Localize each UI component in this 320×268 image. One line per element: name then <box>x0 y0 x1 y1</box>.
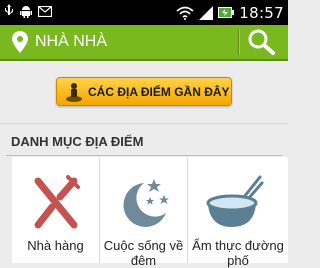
battery-charging-icon <box>218 7 235 18</box>
category-restaurant[interactable]: Nhà hàng <box>12 157 100 263</box>
categories-heading-underline <box>6 155 282 156</box>
person-location-icon <box>66 83 82 102</box>
category-label: Ẩm thực đường phố <box>192 238 284 268</box>
system-indicators: 18:57 <box>176 0 284 25</box>
category-nightlife[interactable]: Cuộc sống về đêm <box>100 157 188 268</box>
location-pin-icon[interactable] <box>12 31 28 53</box>
android-debug-icon <box>20 6 32 18</box>
category-label: Cuộc sống về đêm <box>103 238 184 268</box>
status-bar: 18:57 <box>0 0 288 25</box>
email-notification-icon <box>38 5 52 17</box>
noodle-bowl-icon <box>206 175 264 227</box>
location-title[interactable]: NHÀ NHÀ <box>35 33 107 51</box>
wifi-icon <box>176 6 194 20</box>
search-icon[interactable] <box>247 28 277 56</box>
recent-places-label: CÁC ĐỊA ĐIỂM GẦN ĐÂY <box>88 85 230 99</box>
moon-stars-icon <box>123 179 169 227</box>
section-divider <box>0 123 288 124</box>
notification-icons <box>4 4 52 18</box>
fork-knife-icon <box>34 175 80 229</box>
category-street-food[interactable]: Ẩm thực đường phố <box>188 157 288 268</box>
recent-places-button[interactable]: CÁC ĐỊA ĐIỂM GẦN ĐÂY <box>56 77 232 106</box>
category-grid: Nhà hàng Cuộc sống về đêm Ẩm thực đường … <box>12 157 288 268</box>
action-bar-divider-highlight <box>239 29 240 55</box>
clock: 18:57 <box>239 3 284 22</box>
signal-icon <box>199 5 214 20</box>
categories-heading: DANH MỤC ĐỊA ĐIỂM <box>11 134 144 149</box>
category-label: Nhà hàng <box>27 238 84 253</box>
usb-icon <box>5 4 13 15</box>
action-bar: NHÀ NHÀ <box>0 25 288 61</box>
